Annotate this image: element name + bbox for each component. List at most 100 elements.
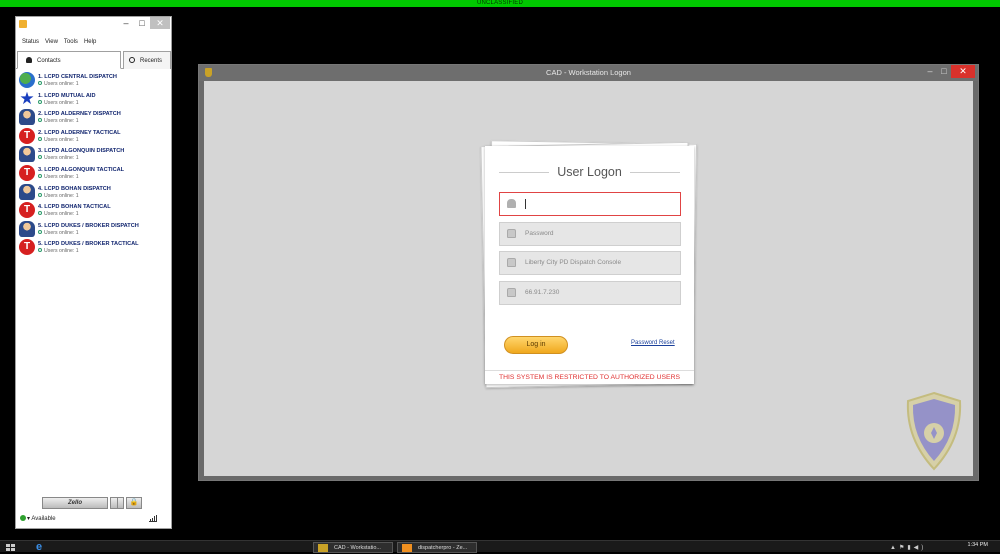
list-item[interactable]: 3. LCPD ALGONQUIN DISPATCH Users online:… bbox=[16, 145, 171, 164]
console-field[interactable]: Liberty City PD Dispatch Console bbox=[499, 251, 681, 275]
divider bbox=[485, 370, 694, 371]
chat-app-icon bbox=[19, 20, 27, 28]
contact-status: Users online: 1 bbox=[38, 210, 171, 217]
chat-client-window: – □ ✕ Status View Tools Help Contacts Re… bbox=[15, 16, 172, 529]
cad-titlebar: CAD - Workstation Logon – □ ✕ bbox=[199, 65, 978, 81]
online-icon bbox=[38, 173, 42, 178]
internet-explorer-icon[interactable]: e bbox=[36, 542, 42, 553]
minimize-button[interactable]: – bbox=[119, 17, 133, 29]
status-label: Available bbox=[31, 516, 56, 522]
ip-address-field[interactable]: 66.91.7.230 bbox=[499, 281, 681, 305]
online-icon bbox=[38, 248, 42, 253]
online-icon bbox=[38, 99, 42, 104]
tactical-icon: T bbox=[19, 164, 35, 181]
tab-recents[interactable]: Recents bbox=[123, 51, 171, 69]
police-badge-icon bbox=[906, 391, 962, 471]
online-icon bbox=[38, 136, 42, 141]
menu-tools[interactable]: Tools bbox=[64, 39, 78, 45]
globe-icon bbox=[19, 72, 35, 88]
login-card: User Logon Password Liberty City PD Disp… bbox=[485, 146, 694, 384]
list-item[interactable]: T 5. LCPD DUKES / BROKER TACTICAL Users … bbox=[16, 238, 171, 257]
lock-icon bbox=[507, 288, 516, 297]
contact-status: Users online: 1 bbox=[38, 136, 171, 143]
tab-contacts-label: Contacts bbox=[37, 58, 61, 64]
signal-icon bbox=[149, 515, 157, 522]
user-icon bbox=[507, 199, 516, 208]
officer-icon bbox=[19, 183, 35, 200]
taskbar-item-cad[interactable]: CAD - Workstatio... bbox=[313, 542, 393, 553]
taskbar-item-zello[interactable]: dispatcherpro - Ze... bbox=[397, 542, 477, 553]
contact-status: Users online: 1 bbox=[38, 229, 171, 236]
contact-name: 1. LCPD CENTRAL DISPATCH bbox=[38, 74, 117, 80]
login-title: User Logon bbox=[485, 165, 694, 179]
username-field[interactable] bbox=[499, 192, 681, 216]
list-item[interactable]: T 3. LCPD ALGONQUIN TACTICAL Users onlin… bbox=[16, 164, 171, 183]
list-item[interactable]: T 4. LCPD BOHAN TACTICAL Users online: 1 bbox=[16, 201, 171, 220]
close-button[interactable]: ✕ bbox=[150, 17, 170, 29]
contact-status: Users online: 1 bbox=[38, 173, 171, 180]
menu-view[interactable]: View bbox=[45, 39, 58, 45]
contact-name: 2. LCPD ALDERNEY TACTICAL bbox=[38, 129, 121, 136]
online-icon bbox=[38, 192, 42, 197]
cad-window: CAD - Workstation Logon – □ ✕ User Logon… bbox=[198, 64, 979, 481]
tab-contacts[interactable]: Contacts bbox=[17, 51, 121, 69]
officer-icon bbox=[19, 109, 35, 126]
badge-app-icon bbox=[318, 544, 328, 552]
list-item[interactable]: 2. LCPD ALDERNEY DISPATCH Users online: … bbox=[16, 108, 171, 127]
star-icon: ★ bbox=[19, 88, 35, 108]
list-item[interactable]: T 2. LCPD ALDERNEY TACTICAL Users online… bbox=[16, 127, 171, 146]
close-button[interactable]: ✕ bbox=[951, 65, 975, 78]
list-item[interactable]: 4. LCPD BOHAN DISPATCH Users online: 1 bbox=[16, 183, 171, 202]
contact-name: 2. LCPD ALDERNEY DISPATCH bbox=[38, 111, 121, 118]
contact-status: Users online: 1 bbox=[38, 192, 171, 199]
contact-name: 1. LCPD MUTUAL AID bbox=[38, 92, 96, 99]
contact-name: 5. LCPD DUKES / BROKER TACTICAL bbox=[38, 241, 139, 248]
system-tray-icons[interactable]: ▲⚑▮◀) bbox=[890, 544, 926, 551]
list-item[interactable]: 5. LCPD DUKES / BROKER DISPATCH Users on… bbox=[16, 220, 171, 239]
password-field[interactable]: Password bbox=[499, 222, 681, 246]
chat-bottom-bar: Zello 🔒 bbox=[42, 497, 142, 509]
taskbar-clock[interactable]: 1:34 PM bbox=[968, 542, 988, 548]
menu-status[interactable]: Status bbox=[22, 39, 39, 45]
contact-status: Users online: 1 bbox=[38, 154, 171, 161]
lock-icon bbox=[507, 229, 516, 238]
tab-recents-label: Recents bbox=[140, 58, 163, 64]
tactical-icon: T bbox=[19, 127, 35, 144]
list-item[interactable]: 1. LCPD CENTRAL DISPATCH Users online: 1 bbox=[16, 71, 171, 90]
chat-menubar: Status View Tools Help bbox=[16, 36, 171, 47]
windows-start-icon[interactable] bbox=[6, 544, 15, 552]
contact-status: Users online: 1 bbox=[38, 117, 171, 124]
lock-icon[interactable]: 🔒 bbox=[126, 497, 142, 509]
lock-icon bbox=[507, 258, 516, 267]
classification-banner: UNCLASSIFIED bbox=[0, 0, 1000, 7]
maximize-button[interactable]: □ bbox=[135, 17, 149, 29]
online-icon bbox=[38, 81, 42, 85]
text-caret bbox=[525, 199, 526, 209]
login-button[interactable]: Log in bbox=[504, 336, 568, 354]
contact-name: 5. LCPD DUKES / BROKER DISPATCH bbox=[38, 222, 139, 229]
menu-help[interactable]: Help bbox=[84, 39, 96, 45]
volume-slider[interactable] bbox=[117, 497, 124, 509]
cad-client-area: User Logon Password Liberty City PD Disp… bbox=[204, 81, 973, 476]
contacts-list: 1. LCPD CENTRAL DISPATCH Users online: 1… bbox=[16, 69, 171, 257]
contact-status: Users online: 1 bbox=[38, 247, 171, 254]
zello-app-icon bbox=[402, 544, 412, 552]
taskbar: e CAD - Workstatio... dispatcherpro - Ze… bbox=[0, 540, 1000, 553]
title-rule bbox=[630, 172, 680, 173]
clock-icon bbox=[129, 57, 135, 63]
zello-logo: Zello bbox=[42, 497, 108, 509]
chat-titlebar: – □ ✕ bbox=[16, 17, 171, 31]
tactical-icon: T bbox=[19, 239, 35, 256]
maximize-button[interactable]: □ bbox=[936, 65, 952, 78]
cad-window-title: CAD - Workstation Logon bbox=[546, 68, 631, 77]
list-item[interactable]: ★ 1. LCPD MUTUAL AID Users online: 1 bbox=[16, 90, 171, 109]
contact-status: Users online: 1 bbox=[38, 80, 171, 87]
status-selector[interactable]: ▾ Available bbox=[20, 515, 56, 522]
available-icon bbox=[20, 515, 26, 521]
password-reset-link[interactable]: Password Reset bbox=[631, 340, 675, 346]
contact-status: Users online: 1 bbox=[38, 99, 171, 106]
chat-tabs: Contacts Recents bbox=[16, 51, 171, 69]
online-icon bbox=[38, 229, 42, 234]
contact-name: 4. LCPD BOHAN TACTICAL bbox=[38, 204, 111, 211]
online-icon bbox=[38, 211, 42, 216]
